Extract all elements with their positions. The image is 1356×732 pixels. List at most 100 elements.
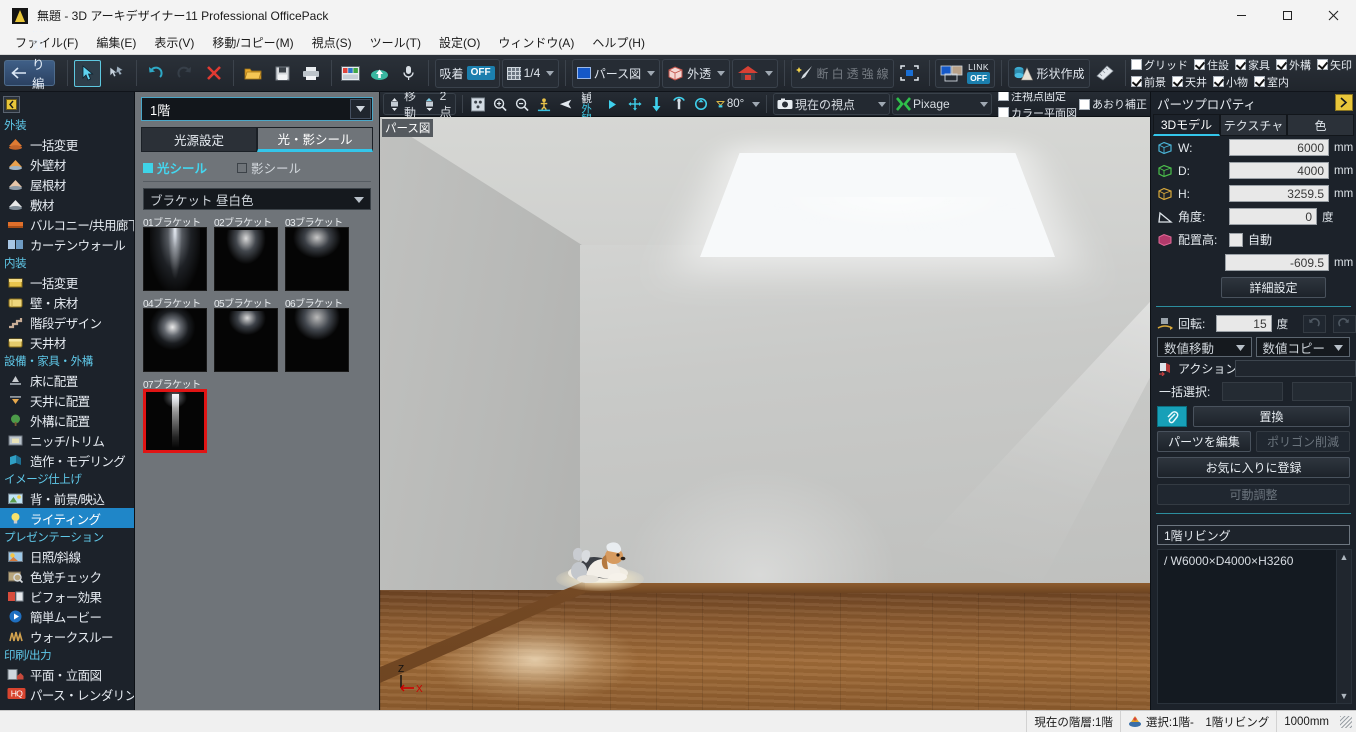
angle-input[interactable]: 0 [1229, 208, 1317, 225]
sidebar-item-place-on-ceiling[interactable]: 天井に配置 [0, 390, 134, 410]
fly-view-button[interactable] [556, 94, 576, 114]
3d-scene-canvas[interactable]: パース図 Z X [380, 117, 1150, 710]
fit-to-screen-button[interactable] [896, 60, 923, 87]
pan-button[interactable] [625, 94, 645, 114]
zoom-out-button[interactable] [512, 94, 532, 114]
menu-item-edit[interactable]: 編集(E) [87, 31, 145, 54]
multi-select-tool-button[interactable] [103, 60, 130, 87]
menu-item-window[interactable]: ウィンドウ(A) [489, 31, 583, 54]
viewpoint-group[interactable]: 現在の視点 [773, 93, 890, 115]
batch-select-button-2[interactable] [1291, 382, 1352, 401]
sidebar-item-background[interactable]: 背・前景/映込 [0, 488, 134, 508]
menu-item-viewpoint[interactable]: 視点(S) [303, 31, 361, 54]
sidebar-item-wall-floor-material[interactable]: 壁・床材 [0, 292, 134, 312]
measure-tool-button[interactable] [1092, 60, 1119, 87]
rotate-view-button[interactable] [691, 94, 711, 114]
rotate-ccw-button[interactable] [1302, 314, 1326, 333]
sidebar-item-render[interactable]: HQ パース・レンダリング [0, 684, 134, 704]
add-favorite-button[interactable]: お気に入りに登録 [1157, 457, 1350, 478]
selection-name-field[interactable]: 1階リビング [1157, 525, 1350, 545]
chevron-down-icon[interactable] [752, 101, 761, 107]
sidebar-item-sunlight[interactable]: 日照/斜線 [0, 546, 134, 566]
menu-item-settings[interactable]: 設定(O) [430, 31, 489, 54]
checkbox-equipment[interactable]: 住設 [1193, 57, 1229, 73]
delete-button[interactable] [200, 60, 227, 87]
sidebar-item-niche-trim[interactable]: ニッチ/トリム [0, 430, 134, 450]
checkbox-exterior[interactable]: 外構 [1275, 57, 1311, 73]
magic-filter-1[interactable]: 白 [832, 65, 844, 82]
magic-filter-2[interactable]: 透 [847, 65, 859, 82]
sidebar-item-lighting[interactable]: ライティング [0, 508, 134, 528]
detail-settings-button[interactable]: 詳細設定 [1221, 277, 1326, 298]
sidebar-item-balcony[interactable]: バルコニー/共用廊下 [0, 214, 134, 234]
chevron-down-icon[interactable] [1235, 345, 1245, 351]
pixage-group[interactable]: Pixage [892, 93, 992, 115]
placement-height-input[interactable]: -609.5 [1225, 254, 1329, 271]
human-scale-button[interactable] [534, 94, 554, 114]
vertical-scrollbar[interactable]: ▲ ▼ [1336, 550, 1351, 703]
close-button[interactable] [1310, 0, 1356, 31]
checkbox-tilt-correct[interactable]: あおり補正 [1079, 96, 1147, 112]
replace-button[interactable]: 置換 [1193, 406, 1350, 427]
sidebar-item-place-exterior[interactable]: 外構に配置 [0, 410, 134, 430]
sidebar-item-batch-change-interior[interactable]: 一括変更 [0, 272, 134, 292]
render-mode-group[interactable]: 外透 [662, 58, 731, 88]
light-seal-item[interactable]: 03ブラケット [285, 214, 356, 291]
panel-expand-button[interactable] [1335, 94, 1353, 111]
attachment-button[interactable] [1157, 406, 1187, 427]
sidebar-item-color-vision-check[interactable]: 色覚チェック [0, 566, 134, 586]
tab-light-shadow-seal[interactable]: 光・影シール [257, 127, 373, 152]
checkbox-grid[interactable]: グリッド [1130, 57, 1188, 73]
interior-exterior-toggle[interactable]: 内観 外観 [578, 92, 600, 124]
chevron-down-icon[interactable] [647, 70, 656, 76]
sidebar-item-modeling[interactable]: 造作・モデリング [0, 450, 134, 470]
radio-light-seal[interactable]: 光シール [143, 158, 207, 177]
sidebar-item-roof-material[interactable]: 屋根材 [0, 174, 134, 194]
move-tool-group[interactable]: 移動 2点 [383, 92, 456, 120]
batch-select-button-1[interactable] [1222, 382, 1283, 401]
back-to-floorplan-button[interactable]: 間取り編集へ [4, 20, 56, 129]
numeric-move-combo[interactable]: 数値移動 [1157, 337, 1252, 357]
checkbox-furniture[interactable]: 家具 [1234, 57, 1270, 73]
grid-ratio-group[interactable]: 1/4 [501, 58, 560, 88]
tab-light-source[interactable]: 光源設定 [141, 127, 257, 152]
snap-group[interactable]: 吸着 OFF [434, 58, 500, 88]
magic-filter-4[interactable]: 線 [877, 65, 889, 82]
menu-item-help[interactable]: ヘルプ(H) [583, 31, 654, 54]
undo-button[interactable] [142, 60, 169, 87]
sidebar-item-wall-material[interactable]: 外壁材 [0, 154, 134, 174]
scroll-down-icon[interactable]: ▼ [1340, 691, 1349, 701]
chevron-down-icon[interactable] [878, 101, 886, 107]
chevron-down-icon[interactable] [765, 70, 774, 76]
reduce-polygon-button[interactable]: ポリゴン削減 [1256, 431, 1350, 452]
maximize-button[interactable] [1264, 0, 1310, 31]
checkbox-accessories[interactable]: 小物 [1212, 74, 1248, 90]
floor-selector[interactable]: 1階 [141, 97, 373, 121]
sidebar-item-stair-design[interactable]: 階段デザイン [0, 312, 134, 332]
redo-button[interactable] [171, 60, 198, 87]
light-seal-item[interactable]: 02ブラケット [214, 214, 285, 291]
rotation-input[interactable]: 15 [1215, 315, 1272, 332]
sidebar-item-walkthrough[interactable]: ウォークスルー [0, 626, 134, 646]
menu-item-tools[interactable]: ツール(T) [361, 31, 430, 54]
sidebar-item-ceiling-material[interactable]: 天井材 [0, 332, 134, 352]
tab-3d-model[interactable]: 3Dモデル [1153, 114, 1220, 136]
light-seal-item[interactable]: 05ブラケット [214, 295, 285, 372]
open-button[interactable] [240, 60, 267, 87]
sidebar-item-batch-change-exterior[interactable]: 一括変更 [0, 134, 134, 154]
width-input[interactable]: 6000 [1229, 139, 1329, 156]
depth-input[interactable]: 4000 [1229, 162, 1329, 179]
light-seal-item[interactable]: 01ブラケット [143, 214, 214, 291]
chevron-down-icon[interactable] [980, 101, 988, 107]
sidebar-collapse-button[interactable] [3, 96, 20, 113]
auto-checkbox[interactable] [1229, 232, 1243, 247]
menu-item-view[interactable]: 表示(V) [145, 31, 203, 54]
radio-shadow-seal[interactable]: 影シール [237, 158, 301, 177]
action-input[interactable] [1235, 360, 1356, 377]
menu-item-movecopy[interactable]: 移動/コピー(M) [203, 31, 302, 54]
print-button[interactable] [298, 60, 325, 87]
fit-view-button[interactable] [468, 94, 488, 114]
movable-adjust-button[interactable]: 可動調整 [1157, 484, 1350, 505]
tab-texture[interactable]: テクスチャ [1220, 114, 1287, 136]
chevron-down-icon[interactable] [546, 70, 555, 76]
